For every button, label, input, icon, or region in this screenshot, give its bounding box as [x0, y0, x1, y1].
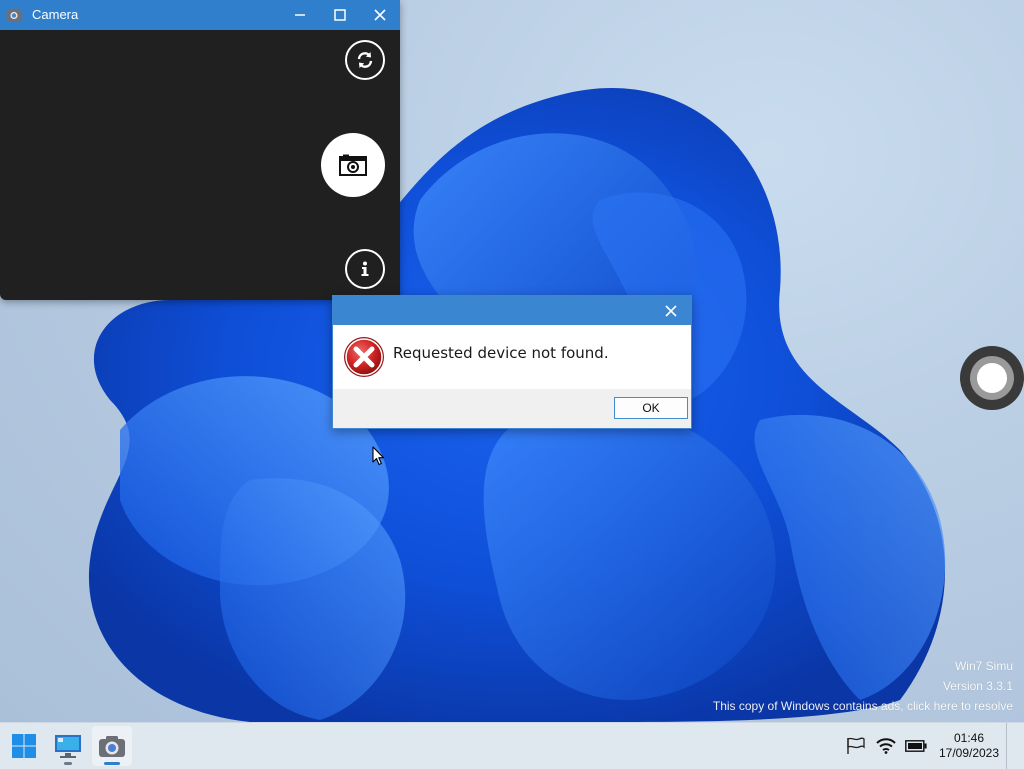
error-dialog: Requested device not found. OK [332, 295, 692, 429]
switch-camera-icon [357, 52, 373, 68]
dialog-body: Requested device not found. [333, 325, 691, 389]
info-icon [361, 261, 369, 276]
action-center-button[interactable] [845, 737, 867, 755]
camera-app-icon [6, 8, 22, 21]
camera-icon [339, 154, 367, 176]
computer-icon [55, 735, 81, 758]
dialog-message: Requested device not found. [393, 344, 609, 362]
maximize-button[interactable] [320, 0, 360, 30]
show-desktop-button[interactable] [1006, 723, 1007, 769]
dialog-footer: OK [333, 389, 691, 428]
info-button[interactable] [345, 249, 385, 289]
floating-action-button[interactable] [960, 346, 1024, 410]
clock-date: 17/09/2023 [938, 746, 1000, 760]
taskbar-camera-button[interactable] [92, 726, 132, 766]
start-button[interactable] [4, 726, 44, 766]
taskbar-clock[interactable]: 01:46 17/09/2023 [930, 731, 1008, 761]
flag-icon [847, 737, 865, 754]
clock-time: 01:46 [953, 731, 985, 745]
windows-start-icon [12, 734, 36, 758]
watermark-ads-notice[interactable]: This copy of Windows contains ads, click… [713, 696, 1013, 716]
taskbar-indicator [64, 762, 72, 765]
close-icon [665, 304, 677, 317]
activation-watermark[interactable]: Win7 Simu Version 3.3.1 This copy of Win… [713, 656, 1013, 716]
taskbar: 01:46 17/09/2023 [0, 722, 1024, 769]
watermark-version: Version 3.3.1 [942, 679, 1013, 693]
dialog-close-button[interactable] [651, 296, 691, 325]
floating-button-ring [970, 356, 1014, 400]
close-button[interactable] [360, 0, 400, 30]
battery-icon [905, 740, 927, 752]
error-icon [344, 337, 384, 377]
ok-button[interactable]: OK [614, 397, 688, 419]
battery-button[interactable] [905, 737, 927, 755]
watermark-product: Win7 Simu [954, 659, 1013, 673]
switch-camera-button[interactable] [345, 40, 385, 80]
wifi-icon [876, 738, 896, 754]
dialog-titlebar[interactable] [333, 296, 691, 325]
mouse-cursor-icon [372, 446, 385, 466]
window-title: Camera [32, 7, 79, 22]
wifi-button[interactable] [875, 737, 897, 755]
minimize-button[interactable] [280, 0, 320, 30]
camera-app-icon [99, 736, 125, 757]
taskbar-desktop-button[interactable] [48, 726, 88, 766]
camera-viewfinder [0, 30, 400, 300]
camera-window: Camera [0, 0, 400, 300]
floating-button-center [977, 363, 1007, 393]
capture-button[interactable] [321, 133, 385, 197]
maximize-icon [334, 9, 346, 21]
taskbar-active-indicator [104, 762, 120, 765]
minimize-icon [295, 14, 305, 16]
close-icon [374, 9, 386, 21]
camera-titlebar[interactable]: Camera [0, 0, 400, 30]
